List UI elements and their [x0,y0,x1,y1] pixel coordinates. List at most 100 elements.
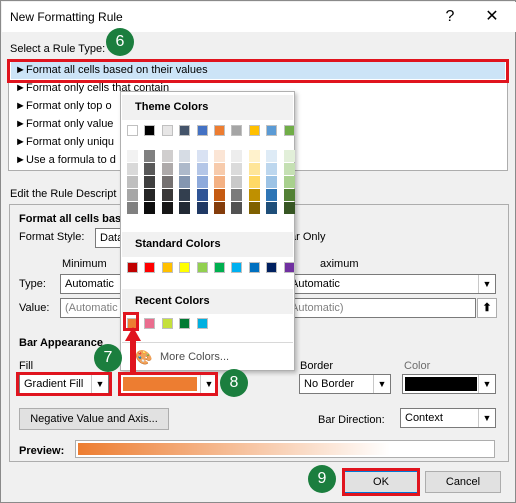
theme-color-swatch[interactable] [248,125,260,136]
standard-color-swatch[interactable] [248,262,260,273]
theme-shade-swatch[interactable] [127,150,138,162]
theme-shade-swatch[interactable] [127,176,138,188]
close-button[interactable]: ✕ [480,6,504,28]
theme-shade-swatch[interactable] [144,150,156,162]
theme-shade-swatch[interactable] [214,163,225,175]
theme-shade-swatch[interactable] [248,176,260,188]
type-max-select[interactable]: Automatic ▼ [286,274,496,294]
value-min-input[interactable]: (Automatic [60,298,122,318]
theme-shade-swatch[interactable] [196,176,208,188]
theme-color-swatch[interactable] [127,125,138,136]
standard-color-swatch[interactable] [266,262,278,273]
rule-type-item-formula[interactable]: ►Use a formula to d [15,152,116,169]
theme-shade-swatch[interactable] [231,150,243,162]
standard-color-swatch[interactable] [231,262,243,273]
theme-color-swatch[interactable] [161,125,173,136]
theme-shade-swatch[interactable] [248,189,260,201]
theme-color-swatch[interactable] [196,125,208,136]
theme-shade-swatch[interactable] [179,163,191,175]
theme-shade-swatch[interactable] [196,150,208,162]
theme-shade-swatch[interactable] [179,150,191,162]
theme-shade-swatch[interactable] [283,150,295,162]
theme-shade-swatch[interactable] [266,189,278,201]
theme-shade-swatch[interactable] [196,189,208,201]
theme-shade-swatch[interactable] [231,176,243,188]
theme-shade-swatch[interactable] [231,189,243,201]
standard-color-swatch[interactable] [196,262,208,273]
theme-shade-swatch[interactable] [231,202,243,214]
negative-value-axis-button[interactable]: Negative Value and Axis... [19,408,169,430]
rule-type-item-label: Format only uniqu [26,136,115,148]
theme-shade-swatch[interactable] [248,202,260,214]
help-button[interactable]: ? [438,6,462,28]
rule-type-item-values[interactable]: ►Format only value [15,116,113,133]
theme-shade-swatch[interactable] [161,150,173,162]
value-max-input[interactable]: Automatic) [286,298,476,318]
standard-color-swatch[interactable] [127,262,138,273]
theme-color-swatch[interactable] [179,125,191,136]
theme-shade-swatch[interactable] [127,163,138,175]
recent-color-swatch[interactable] [144,318,156,329]
rule-type-item-label: Format only top o [26,100,112,112]
type-min-select[interactable]: Automatic [60,274,122,294]
theme-color-swatch[interactable] [266,125,278,136]
standard-color-swatch[interactable] [214,262,225,273]
theme-shade-swatch[interactable] [248,163,260,175]
theme-shade-swatch[interactable] [179,202,191,214]
recent-color-swatch[interactable] [161,318,173,329]
theme-shade-swatch[interactable] [161,176,173,188]
theme-color-swatch[interactable] [283,125,295,136]
theme-shade-swatch[interactable] [161,189,173,201]
recent-color-swatch[interactable] [179,318,191,329]
theme-shade-swatch[interactable] [266,163,278,175]
border-type-select[interactable]: No Border ▼ [299,374,391,394]
standard-color-swatch[interactable] [161,262,173,273]
range-select-button[interactable]: ⬆ [477,298,497,318]
standard-color-swatch[interactable] [283,262,295,273]
value-min-text: (Automatic [65,302,118,314]
rule-type-item-top[interactable]: ►Format only top o [15,98,112,115]
recent-color-swatch[interactable] [196,318,208,329]
theme-shade-swatch[interactable] [161,202,173,214]
theme-shade-swatch[interactable] [283,202,295,214]
standard-color-swatch[interactable] [179,262,191,273]
theme-shade-swatch[interactable] [127,189,138,201]
border-color-select[interactable]: ▼ [402,374,496,394]
bar-direction-select[interactable]: Context ▼ [400,408,496,428]
theme-shade-swatch[interactable] [196,163,208,175]
theme-shade-swatch[interactable] [127,202,138,214]
minimum-label: Minimum [62,258,107,270]
arrow-icon: ► [15,100,26,112]
theme-shade-swatch[interactable] [144,189,156,201]
theme-color-swatch[interactable] [144,125,156,136]
standard-colors-heading: Standard Colors [122,232,293,257]
theme-color-swatch[interactable] [214,125,225,136]
rule-type-item-unique[interactable]: ►Format only uniqu [15,134,114,151]
standard-color-swatch[interactable] [144,262,156,273]
theme-shade-swatch[interactable] [144,176,156,188]
theme-shade-swatch[interactable] [266,202,278,214]
theme-shade-swatch[interactable] [266,150,278,162]
cancel-button[interactable]: Cancel [425,471,501,493]
theme-shade-swatch[interactable] [214,202,225,214]
divider [122,342,293,343]
theme-shade-swatch[interactable] [214,176,225,188]
theme-shade-swatch[interactable] [266,176,278,188]
value-max-text: Automatic) [291,302,344,314]
theme-shade-swatch[interactable] [231,163,243,175]
theme-shade-swatch[interactable] [283,189,295,201]
theme-shade-swatch[interactable] [144,202,156,214]
theme-shade-swatch[interactable] [144,163,156,175]
theme-shade-swatch[interactable] [214,189,225,201]
theme-shade-swatch[interactable] [196,202,208,214]
theme-shade-swatch[interactable] [214,150,225,162]
theme-shade-swatch[interactable] [179,176,191,188]
theme-color-swatch[interactable] [231,125,243,136]
theme-shade-swatch[interactable] [248,150,260,162]
more-colors-button[interactable]: 🎨 More Colors... [131,348,281,368]
step-badge-7: 7 [94,344,122,372]
theme-shade-swatch[interactable] [161,163,173,175]
theme-shade-swatch[interactable] [179,189,191,201]
theme-shade-swatch[interactable] [283,176,295,188]
theme-shade-swatch[interactable] [283,163,295,175]
